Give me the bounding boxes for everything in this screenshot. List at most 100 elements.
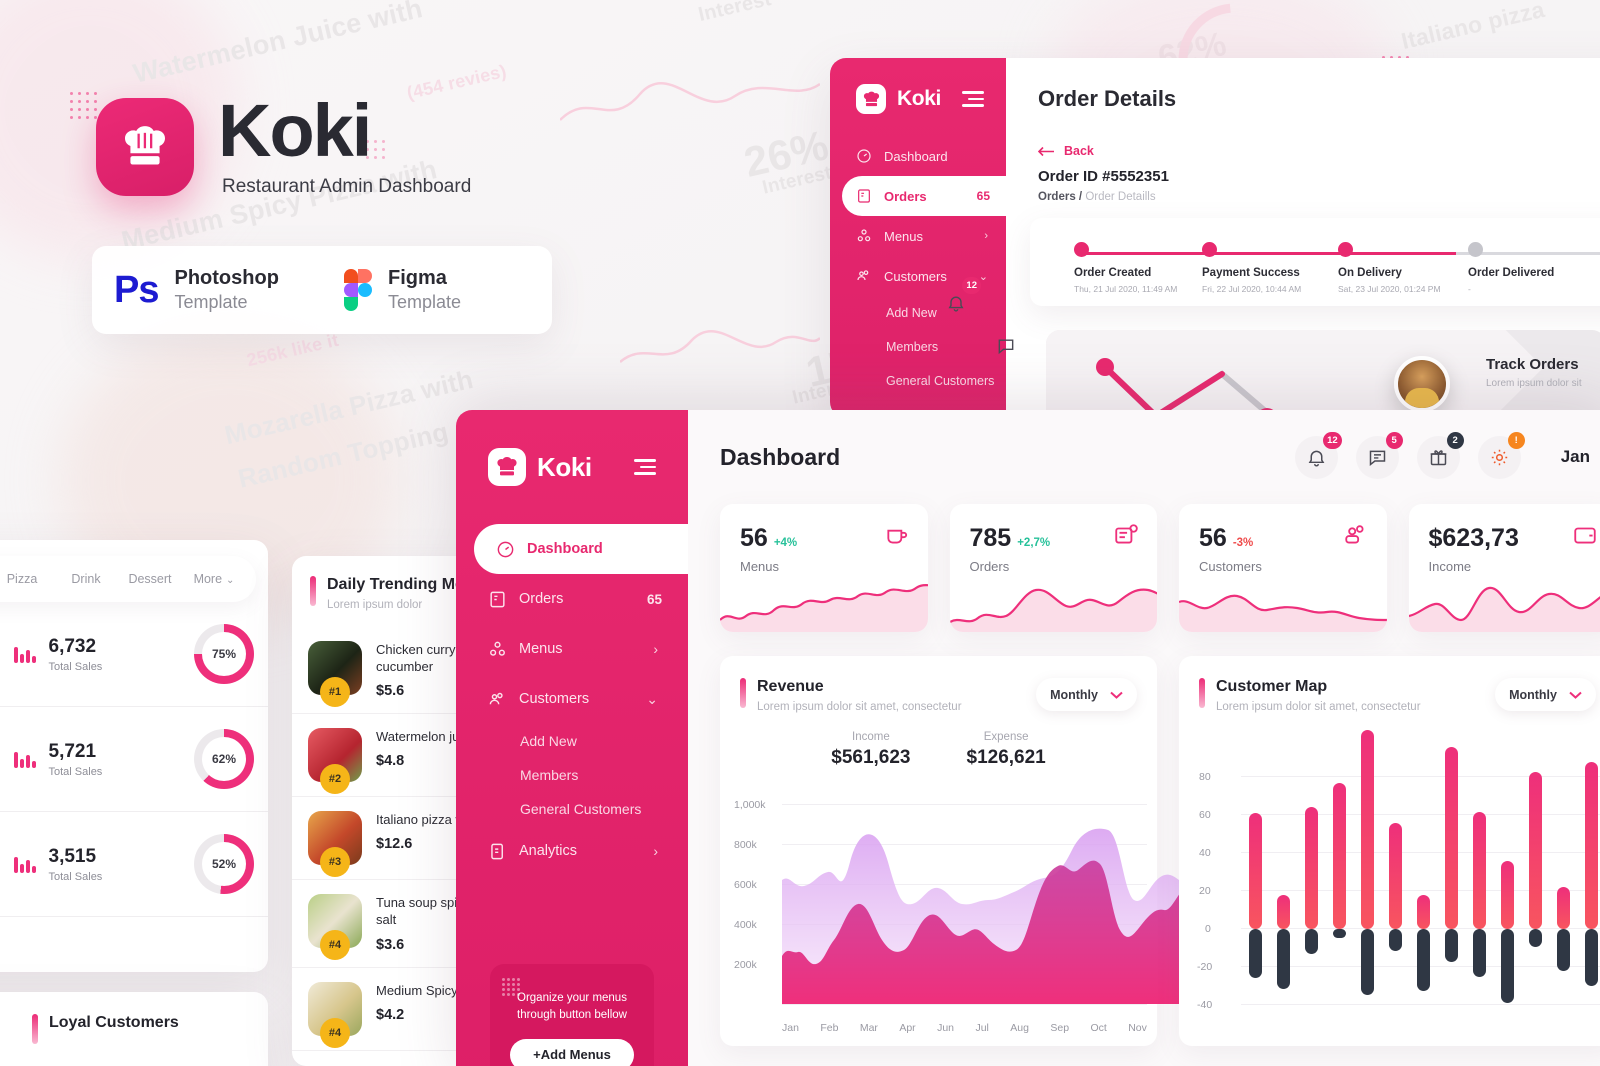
chat-icon	[1369, 450, 1385, 466]
arrow-left-icon	[1038, 146, 1054, 156]
stat-card-income[interactable]: $623,73 Income	[1408, 504, 1600, 632]
timeline-time: Sat, 23 Jul 2020, 01:24 PM	[1338, 284, 1441, 294]
track-orders-subtitle: Lorem ipsum dolor sit	[1486, 378, 1582, 389]
chat-button[interactable]	[984, 324, 1027, 367]
loyal-customers-panel: Loyal Customers	[0, 992, 268, 1066]
total-sales-value: 6,732	[48, 635, 97, 657]
sidebar-subitem-members[interactable]: Members	[830, 330, 1006, 364]
sales-cell: 3,515 Total Sales	[14, 846, 102, 883]
tab-dessert[interactable]: Dessert	[118, 572, 182, 586]
sidebar-logo-text: Koki	[537, 451, 592, 482]
timeline-step: Order Created Thu, 21 Jul 2020, 11:49 AM	[1074, 242, 1177, 294]
x-tick-label: Jan	[782, 1022, 799, 1034]
dashboard-sidebar-nav: Dashboard Orders 65 Menus › Customers ⌄ …	[456, 524, 688, 876]
y-tick-label: 1,000k	[734, 799, 766, 811]
sidebar-label: Menus	[884, 228, 924, 244]
menus-icon	[857, 229, 871, 242]
revenue-period-dropdown[interactable]: Monthly	[1036, 678, 1137, 711]
income-value: $561,623	[831, 747, 911, 768]
mini-bar-icon	[14, 855, 36, 873]
sidebar-item-menus[interactable]: Menus ›	[456, 624, 688, 674]
orders-icon	[858, 189, 870, 203]
hamburger-icon[interactable]	[634, 459, 656, 475]
notification-bell-button[interactable]: 12	[934, 277, 981, 324]
stat-value: $623,73	[1428, 524, 1519, 552]
messages-button[interactable]: 5	[1355, 431, 1403, 479]
y-tick-label: 0	[1205, 923, 1211, 935]
sidebar-item-dashboard[interactable]: Dashboard	[830, 136, 1006, 176]
track-orders-title: Track Orders	[1486, 356, 1579, 373]
stat-card-menus[interactable]: 56 +4% Menus	[720, 504, 928, 632]
sidebar-subitem-add-new[interactable]: Add New	[456, 724, 688, 758]
rank-badge: #4	[320, 930, 350, 961]
sidebar-subitem-members[interactable]: Members	[456, 758, 688, 792]
x-tick-label: Oct	[1090, 1022, 1107, 1034]
sidebar-label: Dashboard	[884, 148, 948, 164]
figma-template: Figma Template	[322, 267, 552, 313]
chef-hat-icon	[863, 91, 879, 106]
rank-badge: #2	[320, 764, 350, 795]
category-row: % est 5,721 Total Sales 62%	[0, 707, 268, 812]
x-tick-label: Sep	[1050, 1022, 1070, 1034]
section-accent-bar	[740, 678, 746, 708]
timeline-dot	[1202, 242, 1217, 257]
notification-bell-button[interactable]: 12	[1294, 431, 1342, 479]
progress-ring: 62%	[194, 729, 254, 789]
sidebar-item-orders[interactable]: Orders 65	[456, 574, 688, 624]
brand-tagline: Restaurant Admin Dashboard	[222, 176, 472, 198]
tab-drink[interactable]: Drink	[54, 572, 118, 586]
date-range-label[interactable]: Jan	[1561, 447, 1590, 467]
chart-cards-row: Revenue Lorem ipsum dolor sit amet, cons…	[688, 632, 1600, 1046]
tab-more[interactable]: More ⌄	[182, 572, 246, 586]
progress-ring-label: 75%	[202, 632, 246, 676]
revenue-subtitle: Lorem ipsum dolor sit amet, consectetur	[757, 701, 962, 713]
wallet-icon	[1572, 522, 1598, 553]
header-icon-buttons: 12 5 2 ! Jan	[1294, 431, 1590, 479]
sidebar-subitem-add-new[interactable]: Add New	[830, 296, 1006, 330]
sidebar-label: Customers	[519, 691, 590, 707]
tuna-soup-photo: #4	[308, 894, 362, 961]
sidebar-subitem-general-customers[interactable]: General Customers	[456, 792, 688, 826]
sidebar-item-dashboard[interactable]: Dashboard	[474, 524, 688, 574]
tab-pizza[interactable]: Pizza	[0, 572, 54, 586]
sidebar-label: Orders	[884, 188, 927, 204]
template-title: Figma	[388, 267, 447, 289]
spaghetti-photo: #4	[308, 981, 362, 1048]
hamburger-icon[interactable]	[962, 91, 984, 107]
sidebar-item-customers[interactable]: Customers ⌄	[456, 674, 688, 724]
y-tick-label: 60	[1199, 809, 1211, 821]
gifts-button[interactable]: 2	[1416, 431, 1464, 479]
timeline-step: Order Delivered -	[1468, 242, 1554, 294]
sidebar-item-menus[interactable]: Menus ›	[830, 216, 1006, 256]
sidebar-item-analytics[interactable]: Analytics ›	[456, 826, 688, 876]
y-tick-label: -20	[1197, 961, 1213, 973]
sidebar-subitem-general-customers[interactable]: General Customers	[830, 364, 1006, 398]
gift-badge-count: 2	[1446, 431, 1464, 449]
customer-map-period-dropdown[interactable]: Monthly	[1495, 678, 1596, 711]
breadcrumb-parent[interactable]: Orders /	[1038, 191, 1082, 203]
category-tabs: se Pizza Drink Dessert More⌄	[0, 556, 256, 602]
italiano-pizza-photo: #3	[308, 811, 362, 878]
tab-more-label: More	[193, 572, 223, 586]
koki-logo-badge	[488, 448, 526, 486]
y-tick-label: 40	[1199, 847, 1211, 859]
bg-sparkline	[620, 330, 820, 363]
settings-button[interactable]: !	[1477, 431, 1525, 479]
stat-card-orders[interactable]: 785 +2,7% Orders	[949, 504, 1157, 632]
y-tick-label: 200k	[734, 959, 757, 971]
sales-cell: 5,721 Total Sales	[14, 741, 102, 778]
sparkline-chart	[1179, 594, 1387, 632]
timeline-time: -	[1468, 284, 1471, 294]
stat-card-customers[interactable]: 56 -3% Customers	[1179, 504, 1387, 632]
add-menus-button[interactable]: +Add Menus	[510, 1038, 634, 1066]
bell-badge-count: 12	[1323, 431, 1342, 449]
template-desc: Template	[388, 292, 462, 312]
sidebar-item-orders[interactable]: Orders 65	[842, 176, 1006, 216]
brand-name: Koki	[218, 89, 372, 172]
timeline-dot	[1074, 242, 1089, 257]
chef-hat-icon	[125, 126, 165, 165]
driver-avatar[interactable]	[1394, 356, 1450, 412]
timeline-time: Fri, 22 Jul 2020, 10:44 AM	[1202, 284, 1302, 294]
chevron-down-icon: ⌄	[646, 690, 658, 707]
back-button[interactable]: Back	[1006, 112, 1600, 158]
